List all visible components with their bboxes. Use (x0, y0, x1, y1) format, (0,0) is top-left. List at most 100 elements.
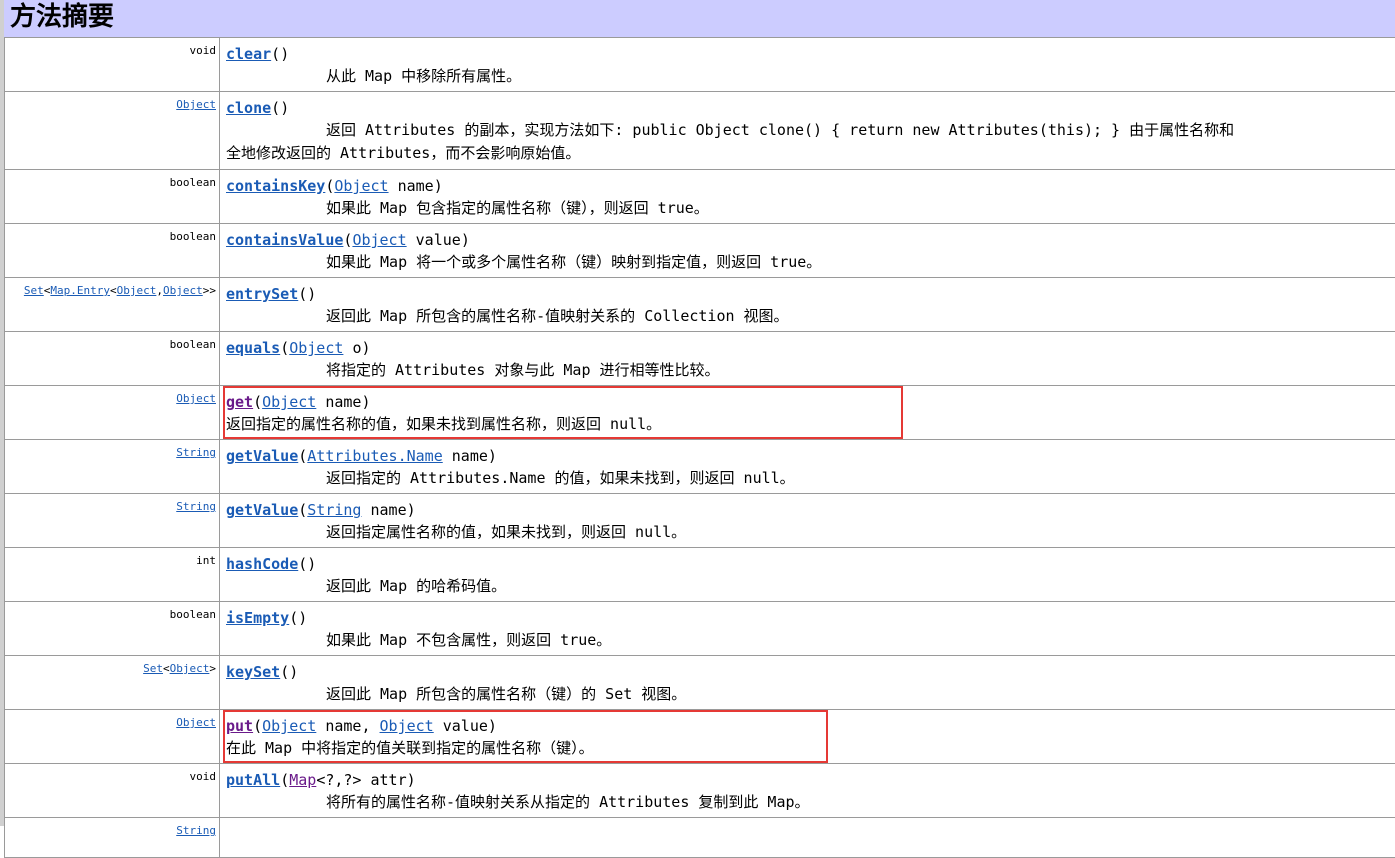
method-detail: hashCode() 返回此 Map 的哈希码值。 (220, 548, 1395, 601)
return-type-link[interactable]: Object (176, 392, 216, 405)
return-type-link[interactable]: String (176, 500, 216, 513)
return-type-link[interactable]: Set (143, 662, 163, 675)
method-description: 返回指定属性名称的值，如果未找到，则返回 null。 (326, 523, 687, 541)
page-title: 方法摘要 (10, 2, 115, 32)
param-type-link[interactable]: Object (262, 393, 316, 411)
return-type-link[interactable]: Map.Entry (50, 284, 110, 297)
method-detail: getValue(Attributes.Name name) 返回指定的 Attr… (220, 440, 1395, 493)
method-row: boolean isEmpty() 如果此 Map 不包含属性，则返回 true。 (4, 602, 1395, 656)
method-name-link[interactable]: clone (226, 99, 271, 117)
method-signature: putAll(Map<?,?> attr) (226, 771, 416, 789)
return-type: String (4, 494, 220, 547)
method-name-link[interactable]: put (226, 717, 253, 735)
param-name: name (397, 177, 434, 195)
method-name-link[interactable]: entrySet (226, 285, 298, 303)
method-name-link[interactable]: keySet (226, 663, 280, 681)
method-description: 将所有的属性名称-值映射关系从指定的 Attributes 复制到此 Map。 (326, 793, 810, 811)
method-detail: entrySet() 返回此 Map 所包含的属性名称-值映射关系的 Collec… (220, 278, 1395, 331)
return-type-text: void (189, 44, 217, 57)
method-row: boolean containsKey(Object name) 如果此 Map 包… (4, 170, 1395, 224)
method-detail: get(Object name) 返回指定的属性名称的值，如果未找到属性名称，则返… (220, 386, 1395, 439)
return-type-text: boolean (169, 608, 216, 621)
param-type-link[interactable]: Map (289, 771, 316, 789)
method-signature: hashCode() (226, 555, 317, 573)
method-detail: keySet() 返回此 Map 所包含的属性名称（键）的 Set 视图。 (220, 656, 1395, 709)
method-name-link[interactable]: clear (226, 45, 271, 63)
method-name-link[interactable]: putAll (226, 771, 280, 789)
method-description: 返回此 Map 所包含的属性名称（键）的 Set 视图。 (326, 685, 687, 703)
method-description: 返回此 Map 的哈希码值。 (326, 577, 507, 595)
method-row: Set<Map.Entry<Object,Object>> entrySet() 返… (4, 278, 1395, 332)
method-row: Set<Object> keySet() 返回此 Map 所包含的属性名称（键）的 … (4, 656, 1395, 710)
return-type: void (4, 764, 220, 817)
return-type-link[interactable]: Set (24, 284, 44, 297)
param-type-link[interactable]: Object (262, 717, 316, 735)
method-signature: keySet() (226, 663, 299, 681)
method-name-link[interactable]: getValue (226, 501, 298, 519)
param-type-link[interactable]: Object (352, 231, 406, 249)
method-row: void clear() 从此 Map 中移除所有属性。 (4, 38, 1395, 92)
method-signature: put(Object name, Object value) (226, 717, 497, 735)
method-name-link[interactable]: isEmpty (226, 609, 289, 627)
method-description: 如果此 Map 包含指定的属性名称（键），则返回 true。 (326, 199, 709, 217)
return-type-text: boolean (169, 176, 216, 189)
method-summary-header: 方法摘要 (4, 0, 1395, 38)
return-type-link[interactable]: Object (163, 284, 203, 297)
method-signature: entrySet() (226, 285, 317, 303)
param-type-link[interactable]: Object (289, 339, 343, 357)
method-description: 将指定的 Attributes 对象与此 Map 进行相等性比较。 (326, 361, 720, 379)
method-row: boolean equals(Object o) 将指定的 Attributes 对… (4, 332, 1395, 386)
method-description: 返回 Attributes 的副本，实现方法如下: public Object … (326, 121, 1235, 139)
return-type-text: < (163, 662, 170, 675)
method-detail: containsKey(Object name) 如果此 Map 包含指定的属性名… (220, 170, 1395, 223)
return-type-text: > (209, 662, 216, 675)
method-detail: containsValue(Object value) 如果此 Map 将一个或多… (220, 224, 1395, 277)
return-type-link[interactable]: Object (117, 284, 157, 297)
method-row: String getValue(String name) 返回指定属性名称的值，如果… (4, 494, 1395, 548)
method-row: Object put(Object name, Object value) 在此 M… (4, 710, 1395, 764)
param-type-link[interactable]: Object (380, 717, 434, 735)
method-summary-table: void clear() 从此 Map 中移除所有属性。 Object clone() 返… (4, 38, 1395, 858)
method-description: 在此 Map 中将指定的值关联到指定的属性名称（键）。 (226, 739, 594, 757)
method-detail: put(Object name, Object value) 在此 Map 中将指… (220, 710, 1395, 763)
return-type-text: int (196, 554, 216, 567)
return-type-text: , (156, 284, 163, 297)
method-name-link[interactable]: containsValue (226, 231, 343, 249)
method-name-link[interactable]: getValue (226, 447, 298, 465)
return-type: Set<Object> (4, 656, 220, 709)
return-type: boolean (4, 224, 220, 277)
return-type-text: boolean (169, 338, 216, 351)
return-type: int (4, 548, 220, 601)
method-name-link[interactable]: get (226, 393, 253, 411)
return-type: Object (4, 92, 220, 169)
method-description: 返回指定的 Attributes.Name 的值，如果未找到，则返回 null。 (326, 469, 795, 487)
return-type: Object (4, 386, 220, 439)
param-name: name (325, 717, 362, 735)
method-detail: equals(Object o) 将指定的 Attributes 对象与此 Map… (220, 332, 1395, 385)
return-type-link[interactable]: String (176, 446, 216, 459)
return-type-link[interactable]: Object (176, 98, 216, 111)
return-type: boolean (4, 602, 220, 655)
method-description-continued: 全地修改返回的 Attributes，而不会影响原始值。 (226, 144, 581, 162)
method-name-link[interactable]: hashCode (226, 555, 298, 573)
param-type-link[interactable]: Attributes.Name (307, 447, 442, 465)
method-name-link[interactable]: containsKey (226, 177, 325, 195)
return-type-link[interactable]: Object (170, 662, 210, 675)
param-type-link[interactable]: String (307, 501, 361, 519)
method-row: String (4, 818, 1395, 858)
return-type: String (4, 818, 220, 857)
method-detail: clone() 返回 Attributes 的副本，实现方法如下: public … (220, 92, 1395, 169)
return-type-link[interactable]: Object (176, 716, 216, 729)
method-detail (220, 818, 1395, 857)
param-name: name (451, 447, 488, 465)
method-row: Object get(Object name) 返回指定的属性名称的值，如果未找到属… (4, 386, 1395, 440)
param-name: o (352, 339, 362, 357)
method-signature: equals(Object o) (226, 339, 371, 357)
return-type-text: >> (202, 284, 216, 297)
return-type: String (4, 440, 220, 493)
param-name: value (442, 717, 488, 735)
return-type: Object (4, 710, 220, 763)
param-type-link[interactable]: Object (334, 177, 388, 195)
method-signature: getValue(Attributes.Name name) (226, 447, 497, 465)
method-name-link[interactable]: equals (226, 339, 280, 357)
